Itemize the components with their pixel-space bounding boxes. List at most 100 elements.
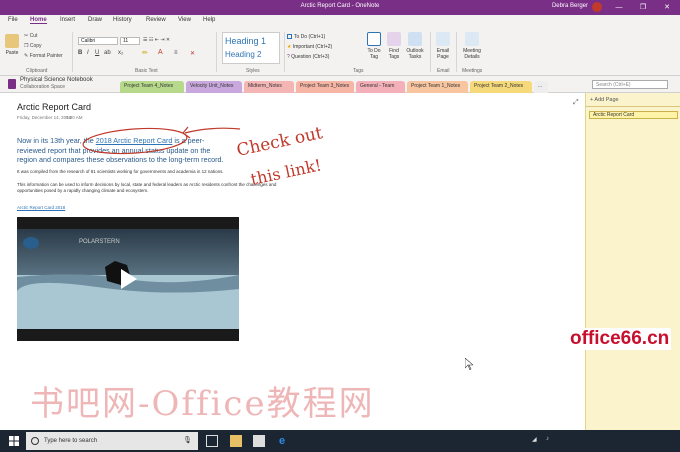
styles-gallery[interactable]: Heading 1 Heading 2 xyxy=(222,32,280,64)
heading1-style[interactable]: Heading 1 xyxy=(225,36,266,46)
tab-history[interactable]: History xyxy=(113,17,132,23)
tab-view[interactable]: View xyxy=(178,17,191,23)
paste-button[interactable]: Paste xyxy=(4,34,20,56)
more-sections-button[interactable]: ... xyxy=(534,81,548,93)
tag-todo[interactable]: To Do (Ctrl+1) xyxy=(287,34,325,40)
page-time: 9:30 AM xyxy=(66,115,83,120)
cut-label: Cut xyxy=(29,33,38,39)
compiled-paragraph[interactable]: It was compiled from the research of 81 … xyxy=(17,169,277,174)
avatar[interactable] xyxy=(592,2,602,12)
section-tab[interactable]: General - Team xyxy=(356,81,405,93)
store-icon[interactable] xyxy=(253,435,265,447)
flag-icon xyxy=(408,32,422,46)
taskbar-search[interactable]: Type here to search 🎙 xyxy=(26,432,198,450)
page-list-pane: + Add Page Arctic Report Card xyxy=(585,93,680,430)
notebook-section-group: Collaboration Space xyxy=(20,84,66,90)
search-input[interactable]: Search (Ctrl+E) xyxy=(592,80,668,89)
copy-label: Copy xyxy=(29,43,42,49)
windows-start-icon[interactable] xyxy=(9,436,19,446)
tag-question[interactable]: ? Question (Ctrl+3) xyxy=(287,54,329,60)
embedded-video[interactable]: POLARSTERN xyxy=(17,217,239,341)
intro-text-start: Now in its 13th year, the xyxy=(17,136,96,145)
section-tab[interactable]: Project Team 3_Notes xyxy=(296,81,354,93)
section-tab[interactable]: Project Team 1_Notes xyxy=(407,81,468,93)
underline-button[interactable]: U xyxy=(95,50,99,56)
ink-note-line1: Check out xyxy=(235,123,325,161)
ribbon: Paste ✂ Cut ❐ Copy ✎ Format Painter Clip… xyxy=(0,28,680,76)
inform-paragraph[interactable]: This information can be used to inform d… xyxy=(17,182,287,194)
tab-file[interactable]: File xyxy=(8,17,18,23)
video-frame: POLARSTERN xyxy=(17,217,239,341)
file-explorer-icon[interactable] xyxy=(230,435,242,447)
font-color-icon[interactable]: A xyxy=(158,49,163,56)
user-name[interactable]: Debra Berger xyxy=(552,3,588,9)
restore-button[interactable]: ❐ xyxy=(636,2,650,13)
clear-format-button[interactable]: ✕ xyxy=(190,50,195,57)
page-list-item[interactable]: Arctic Report Card xyxy=(589,111,678,119)
todo-tag-button[interactable]: To Do Tag xyxy=(366,32,382,60)
paste-label: Paste xyxy=(5,50,19,56)
italic-button[interactable]: I xyxy=(87,50,89,56)
tab-insert[interactable]: Insert xyxy=(60,17,75,23)
watermark: 书吧网-Office教程网 xyxy=(30,384,375,424)
cortana-icon xyxy=(31,437,39,445)
expand-icon[interactable]: ⤢ xyxy=(573,99,579,107)
format-painter-button[interactable]: ✎ Format Painter xyxy=(24,53,63,59)
outlook-tasks-button[interactable]: Outlook Tasks xyxy=(405,32,425,60)
copy-button[interactable]: ❐ Copy xyxy=(24,43,42,49)
subscript-button[interactable]: x₂ xyxy=(118,50,123,56)
title-bar: Arctic Report Card - OneNote Debra Berge… xyxy=(0,0,680,15)
taskbar: Type here to search 🎙 e ◢ ♪ xyxy=(0,430,680,452)
task-view-icon[interactable] xyxy=(206,435,218,447)
list-buttons[interactable]: ☰ ☷ ⇤ ⇥ ✕ xyxy=(143,37,170,43)
strikethrough-button[interactable]: ab xyxy=(104,50,111,56)
notebook-picker[interactable]: Physical Science Notebook Collaboration … xyxy=(20,77,93,91)
notebook-bar: Physical Science Notebook Collaboration … xyxy=(0,76,680,93)
edge-icon[interactable]: e xyxy=(276,435,288,447)
bold-button[interactable]: B xyxy=(78,50,82,56)
tab-draw[interactable]: Draw xyxy=(88,17,102,23)
section-tab[interactable]: Project Team 4_Notes xyxy=(120,81,184,93)
tag-important[interactable]: ★ Important (Ctrl+2) xyxy=(287,44,332,50)
tag-important-label: Important (Ctrl+2) xyxy=(292,44,333,50)
network-icon[interactable]: ◢ xyxy=(532,436,537,443)
clipboard-group-label: Clipboard xyxy=(26,68,48,74)
tab-home[interactable]: Home xyxy=(30,17,47,24)
align-button[interactable]: ≡ xyxy=(174,50,178,56)
close-button[interactable]: ✕ xyxy=(660,2,674,13)
heading2-style[interactable]: Heading 2 xyxy=(225,50,261,59)
meeting-details-button[interactable]: Meeting Details xyxy=(460,32,484,60)
find-tags-button[interactable]: Find Tags xyxy=(386,32,402,60)
page-title[interactable]: Arctic Report Card xyxy=(17,102,91,112)
microphone-icon[interactable]: 🎙 xyxy=(183,432,192,450)
section-tab[interactable]: Velocity Unit_Notes xyxy=(186,81,242,93)
font-name-select[interactable]: Calibri xyxy=(78,37,118,45)
tag-question-label: Question (Ctrl+3) xyxy=(291,54,330,60)
report-card-link[interactable]: 2018 Arctic Report Card xyxy=(96,136,173,145)
styles-group-label: Styles xyxy=(246,68,260,74)
arctic-report-link[interactable]: Arctic Report Card 2018 xyxy=(17,205,65,210)
tab-review[interactable]: Review xyxy=(146,17,166,23)
font-size-select[interactable]: 11 xyxy=(120,37,140,45)
page-canvas[interactable]: Arctic Report Card Friday, December 14, … xyxy=(0,93,585,430)
section-tab[interactable]: Midterm_Notes xyxy=(244,81,294,93)
meetings-group-label: Meetings xyxy=(462,68,483,74)
cut-button[interactable]: ✂ Cut xyxy=(24,33,37,39)
video-overlay-text: POLARSTERN xyxy=(79,239,120,245)
tab-help[interactable]: Help xyxy=(203,17,215,23)
tags-group-label: Tags xyxy=(353,68,364,74)
email-page-button[interactable]: Email Page xyxy=(435,32,451,60)
intro-paragraph[interactable]: Now in its 13th year, the 2018 Arctic Re… xyxy=(17,136,232,165)
calendar-icon xyxy=(465,32,479,46)
ribbon-divider xyxy=(72,32,73,72)
envelope-icon xyxy=(436,32,450,46)
outlook-tasks-label: Outlook Tasks xyxy=(406,48,424,60)
add-page-button[interactable]: + Add Page xyxy=(586,93,680,107)
highlighter-icon[interactable]: ✏ xyxy=(142,49,148,57)
volume-icon[interactable]: ♪ xyxy=(546,436,549,442)
notebook-icon[interactable] xyxy=(8,79,16,89)
section-tab[interactable]: Project Team 2_Notes xyxy=(470,81,532,93)
email-page-label: Email Page xyxy=(436,48,450,60)
ribbon-divider xyxy=(430,32,431,72)
minimize-button[interactable]: — xyxy=(612,2,626,13)
